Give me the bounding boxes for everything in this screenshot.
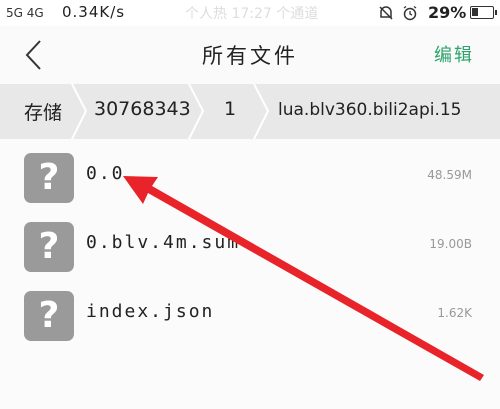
battery-percent: 29% xyxy=(428,3,467,22)
file-name: 0.blv.4m.sum xyxy=(86,232,241,253)
title-bar: 所有文件 编辑 xyxy=(0,26,500,84)
breadcrumb-item-current[interactable]: lua.blv360.bili2api.15 xyxy=(278,100,462,120)
breadcrumb-separator-icon xyxy=(188,84,205,139)
status-bar: 5G 4G 0.34K/s 个人热 17:27 个通道 29% xyxy=(0,0,500,26)
status-icons xyxy=(378,4,418,22)
unknown-file-icon: ? xyxy=(24,222,74,272)
unknown-file-icon: ? xyxy=(24,153,74,203)
file-name: 0.0 xyxy=(86,163,125,184)
file-size: 1.62K xyxy=(437,306,472,320)
alarm-icon xyxy=(403,5,417,21)
breadcrumb-item[interactable]: 30768343 xyxy=(94,98,191,120)
unknown-file-icon: ? xyxy=(24,291,74,341)
file-row[interactable]: ? index.json 1.62K xyxy=(0,281,500,349)
breadcrumb-separator-icon xyxy=(71,84,88,139)
status-center-text: 个人热 17:27 个通道 xyxy=(185,6,319,22)
edit-button[interactable]: 编辑 xyxy=(434,41,474,67)
network-speed: 0.34K/s xyxy=(62,3,126,21)
file-list: ? 0.0 48.59M ? 0.blv.4m.sum 19.00B ? ind… xyxy=(0,139,500,409)
file-size: 19.00B xyxy=(429,237,472,251)
breadcrumb-item[interactable]: 1 xyxy=(224,98,236,120)
breadcrumb-separator-icon xyxy=(253,84,270,139)
battery-level-fill xyxy=(472,8,478,16)
file-name: index.json xyxy=(86,301,215,322)
page-title: 所有文件 xyxy=(202,44,298,68)
signal-indicator: 5G 4G xyxy=(6,6,44,20)
battery-icon xyxy=(470,6,497,19)
breadcrumb-root[interactable]: 存储 xyxy=(24,98,62,125)
file-row[interactable]: ? 0.0 48.59M xyxy=(0,143,500,211)
file-row[interactable]: ? 0.blv.4m.sum 19.00B xyxy=(0,212,500,280)
breadcrumb: 存储 30768343 1 lua.blv360.bili2api.15 xyxy=(0,84,500,139)
file-size: 48.59M xyxy=(427,168,472,182)
mute-icon xyxy=(379,6,393,20)
